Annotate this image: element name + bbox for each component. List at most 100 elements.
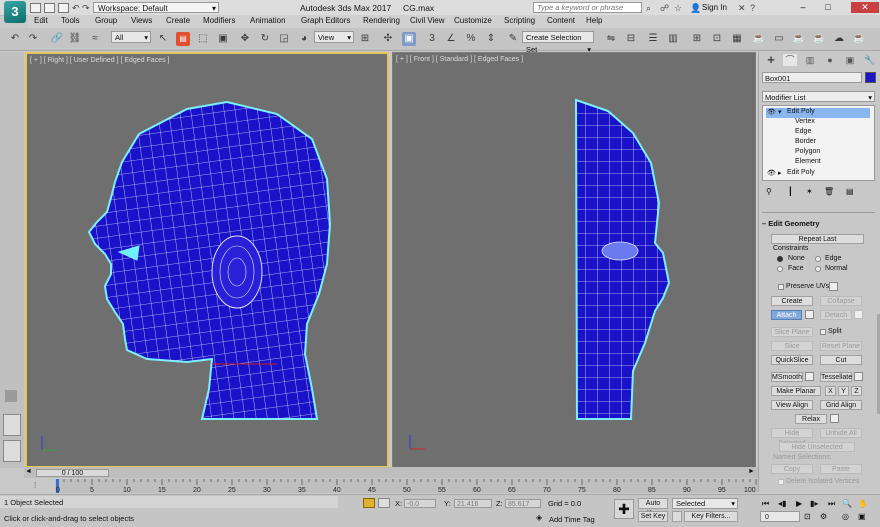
unhide-all-button[interactable]: Unhide All <box>820 428 862 438</box>
slice-plane-button[interactable]: Slice Plane <box>771 327 813 337</box>
msmooth-button[interactable]: MSmooth <box>771 372 803 382</box>
remove-modifier-icon[interactable]: 🗑 <box>824 187 834 196</box>
preserve-uvs-settings-icon[interactable] <box>829 282 838 291</box>
slice-button[interactable]: Slice <box>771 341 813 351</box>
rotate-icon[interactable]: ↻ <box>258 32 272 46</box>
stack-item-vertex[interactable]: Vertex <box>795 118 815 125</box>
render-cloud-icon[interactable]: ☁ <box>832 32 846 46</box>
save-file-icon[interactable] <box>58 3 69 13</box>
utilities-tab-icon[interactable]: 🔧 <box>863 54 877 66</box>
rollout-edit-geometry[interactable]: – Edit Geometry <box>762 219 820 228</box>
expand-icon[interactable]: ▸ <box>778 169 782 177</box>
eye-icon[interactable]: 👁 <box>767 169 776 177</box>
key-tangent-icon[interactable] <box>672 511 682 522</box>
keyboard-shortcut-override-icon[interactable]: ▣ <box>402 32 416 46</box>
next-frame-icon[interactable]: ▮▸ <box>810 499 818 508</box>
named-selection-set-dropdown[interactable]: Create Selection Set ▾ <box>522 31 594 54</box>
menu-views[interactable]: Views <box>131 16 152 25</box>
viewport-front-view[interactable]: [ + ] [ Front ] [ Standard ] [ Edged Fac… <box>392 52 756 468</box>
app-logo-icon[interactable]: 3 <box>4 1 26 23</box>
menu-create[interactable]: Create <box>166 16 190 25</box>
stack-item-polygon[interactable]: Polygon <box>795 148 820 155</box>
add-time-tag[interactable]: Add Time Tag <box>549 515 595 524</box>
paste-button[interactable]: Paste <box>820 464 862 474</box>
layout-split-icon[interactable] <box>3 440 21 462</box>
hide-selected-button[interactable]: Hide Selected <box>771 428 813 447</box>
msmooth-settings-icon[interactable] <box>805 372 814 381</box>
menu-help[interactable]: Help <box>586 16 602 25</box>
planar-y-button[interactable]: Y <box>838 386 849 396</box>
close-icon[interactable]: ✕ <box>851 2 879 13</box>
menu-scripting[interactable]: Scripting <box>504 16 535 25</box>
object-color-swatch[interactable] <box>865 72 876 83</box>
undo-small-icon[interactable]: ↶ <box>72 3 80 14</box>
move-icon[interactable]: ✥ <box>238 32 252 46</box>
stack-item-edit-poly[interactable]: Edit Poly <box>787 108 815 115</box>
quickslice-button[interactable]: QuickSlice <box>771 355 813 365</box>
key-mode-toggle-icon[interactable]: ⊡ <box>804 512 811 521</box>
auto-key-button[interactable]: Auto Key <box>638 498 668 517</box>
x-coord-field[interactable]: -0.0 <box>404 499 436 508</box>
menu-modifiers[interactable]: Modifiers <box>203 16 235 25</box>
schematic-view-icon[interactable]: ⊡ <box>710 32 724 46</box>
render-iterative-icon[interactable]: ☕ <box>812 32 826 46</box>
unlink-icon[interactable]: ⛓ <box>68 32 82 46</box>
select-object-icon[interactable]: ↖ <box>156 32 170 46</box>
workspace-dropdown[interactable]: Workspace: Default ▾ <box>93 2 219 13</box>
relax-settings-icon[interactable] <box>830 414 839 423</box>
current-frame-field[interactable]: 0 <box>760 511 800 522</box>
absolute-mode-icon[interactable] <box>378 498 390 508</box>
constraint-edge-radio[interactable] <box>815 256 821 262</box>
go-to-start-icon[interactable]: ⏮ <box>762 499 769 509</box>
make-unique-icon[interactable]: ✶ <box>806 187 813 196</box>
default-in-out-tangents-icon[interactable]: ✚ <box>614 499 634 519</box>
window-crossing-icon[interactable]: ▣ <box>216 32 230 46</box>
menu-group[interactable]: Group <box>95 16 117 25</box>
time-tag-icon[interactable]: ◈ <box>536 513 542 522</box>
time-configuration-icon[interactable]: ⚙ <box>820 512 827 521</box>
delete-isolated-checkbox[interactable] <box>778 479 784 485</box>
percent-snap-icon[interactable]: % <box>464 32 478 46</box>
communication-icon[interactable]: ☍ <box>660 3 669 14</box>
spinner-snap-icon[interactable]: ⇕ <box>484 32 498 46</box>
pan-icon[interactable]: ✋ <box>858 499 868 508</box>
next-frame-icon[interactable]: ► <box>748 468 755 475</box>
zoom-icon[interactable]: 🔍 <box>842 499 852 508</box>
pivot-center-icon[interactable]: ⊞ <box>358 32 372 46</box>
menu-tools[interactable]: Tools <box>61 16 80 25</box>
relax-button[interactable]: Relax <box>795 414 827 424</box>
motion-tab-icon[interactable]: ● <box>823 54 837 66</box>
menu-graph-editors[interactable]: Graph Editors <box>301 16 350 25</box>
search-icon[interactable]: ⌕ <box>646 3 651 14</box>
toggle-track-bar-icon[interactable]: ⁞ <box>34 481 36 490</box>
attach-list-icon[interactable] <box>805 310 814 319</box>
maximize-viewport-icon[interactable]: ▣ <box>858 512 866 521</box>
attach-button[interactable]: Attach <box>771 310 802 320</box>
minimize-icon[interactable]: – <box>795 2 811 13</box>
select-by-name-icon[interactable]: ▤ <box>176 32 190 46</box>
create-button[interactable]: Create <box>771 296 813 306</box>
copy-button[interactable]: Copy <box>771 464 813 474</box>
render-online-icon[interactable]: ☕ <box>852 32 866 46</box>
show-end-result-icon[interactable]: ┃ <box>788 187 793 196</box>
modifier-list-dropdown[interactable]: Modifier List ▾ <box>762 91 875 102</box>
sign-in-link[interactable]: Sign In <box>702 3 727 12</box>
mirror-icon[interactable]: ⇋ <box>604 32 618 46</box>
hierarchy-tab-icon[interactable]: ▥ <box>803 54 817 66</box>
selection-filter-dropdown[interactable]: All ▾ <box>111 31 151 43</box>
orbit-icon[interactable]: ◎ <box>842 512 849 521</box>
layout-tab-arrow-icon[interactable] <box>5 390 17 402</box>
place-icon[interactable]: ◕ <box>297 32 311 46</box>
layer-explorer-icon[interactable]: ☰ <box>646 32 660 46</box>
redo-icon[interactable]: ↷ <box>26 32 40 46</box>
snaps-toggle-icon[interactable]: 3 <box>425 32 439 46</box>
menu-edit[interactable]: Edit <box>34 16 48 25</box>
set-key-button[interactable]: Set Key <box>638 511 668 522</box>
scale-icon[interactable]: ◲ <box>277 32 291 46</box>
help-icon[interactable]: ? <box>750 3 755 13</box>
tessellate-button[interactable]: Tessellate <box>820 372 852 382</box>
rendered-frame-window-icon[interactable]: ▭ <box>772 32 786 46</box>
expand-icon[interactable]: ▾ <box>778 108 782 116</box>
cut-button[interactable]: Cut <box>820 355 862 365</box>
favorites-icon[interactable]: ☆ <box>674 3 682 14</box>
